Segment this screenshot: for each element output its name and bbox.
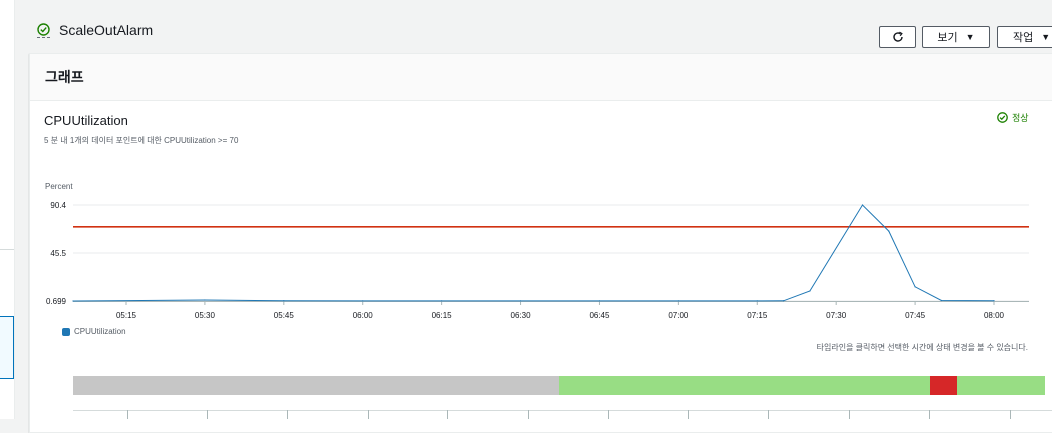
x-tick-label: 06:30 (511, 311, 532, 320)
timeline-segment-alarm[interactable] (929, 376, 957, 395)
data-point (441, 300, 443, 302)
caret-down-icon: ▼ (965, 32, 975, 42)
view-button-label: 보기 (937, 32, 958, 44)
data-point (598, 300, 601, 302)
timeline-segment-ok[interactable] (956, 376, 1045, 395)
x-tick-label: 05:45 (274, 311, 295, 320)
timeline-segment-ok[interactable] (558, 376, 930, 395)
cpu-utilization-chart: 0.699 45.5 90.4 05:15 05:30 05:45 06:00 06:15 06… (46, 201, 1029, 320)
legend-label: CPUUtilization (74, 327, 126, 336)
x-tick-label: 05:30 (195, 311, 216, 320)
data-point (283, 300, 285, 302)
alarm-name: ScaleOutAlarm (59, 22, 154, 38)
y-tick-label: 0.699 (46, 297, 67, 306)
x-tick-label: 05:15 (116, 311, 137, 320)
timeline-tick (1010, 410, 1011, 419)
data-point (677, 300, 679, 302)
chart-legend[interactable]: CPUUtilization (62, 327, 126, 336)
timeline-tick (608, 410, 609, 419)
x-tick-label: 07:00 (668, 311, 689, 320)
state-badge: 정상 (997, 111, 1029, 124)
y-tick-label: 90.4 (50, 201, 66, 210)
view-dropdown-button[interactable]: 보기 ▼ (922, 26, 990, 48)
x-tick-label: 08:00 (984, 311, 1005, 320)
state-label: 정상 (1012, 113, 1029, 123)
actions-button-label: 작업 (1013, 32, 1034, 44)
timeline-tick (447, 410, 448, 419)
timeline-tick (688, 410, 689, 419)
timeline-segment-insufficient-data[interactable] (73, 376, 559, 395)
timeline-tick (768, 410, 769, 419)
side-panel-selected-item[interactable] (0, 316, 14, 379)
y-tick-label: 45.5 (50, 249, 66, 258)
timeline-tick (528, 410, 529, 419)
timeline-tick (368, 410, 369, 419)
metric-name: CPUUtilization (44, 113, 128, 128)
timeline-hint: 타임라인을 클릭하면 선택한 시간에 상태 변경을 볼 수 있습니다. (816, 343, 1028, 352)
data-point (914, 286, 916, 288)
timeline-tick (207, 410, 208, 419)
data-point (72, 300, 74, 302)
data-point (861, 204, 864, 206)
alarm-header: ScaleOutAlarm (37, 22, 153, 38)
data-point (519, 300, 522, 302)
x-tick-label: 07:45 (905, 311, 926, 320)
actions-dropdown-button[interactable]: 작업 ▼ (997, 26, 1052, 48)
refresh-icon (892, 31, 903, 42)
alarm-condition-description: 5 분 내 1개의 데이터 포인트에 대한 CPUUtilization >= … (44, 136, 239, 145)
legend-swatch (62, 327, 70, 336)
timeline-axis (73, 410, 1052, 411)
data-point (782, 300, 785, 302)
state-timeline[interactable] (73, 376, 1045, 395)
timeline-tick (849, 410, 850, 419)
x-tick-label: 07:30 (826, 311, 847, 320)
data-point (362, 300, 364, 302)
graph-panel-header: 그래프 (30, 54, 1052, 101)
data-point (993, 300, 995, 302)
x-tick-label: 06:15 (432, 311, 453, 320)
timeline-tick (287, 410, 288, 419)
timeline-tick (929, 410, 930, 419)
check-circle-icon (37, 22, 50, 38)
timeline-tick (127, 410, 128, 419)
data-point (940, 299, 942, 302)
panel-title: 그래프 (45, 69, 84, 85)
x-tick-label: 06:45 (589, 311, 610, 320)
x-tick-label: 06:00 (353, 311, 374, 320)
data-point (809, 290, 811, 292)
data-point (756, 300, 758, 302)
data-point (888, 230, 890, 232)
caret-down-icon: ▼ (1041, 32, 1051, 42)
x-tick-label: 07:15 (747, 311, 768, 320)
check-circle-icon (997, 112, 1008, 123)
data-point (204, 299, 206, 301)
refresh-button[interactable] (879, 26, 916, 48)
